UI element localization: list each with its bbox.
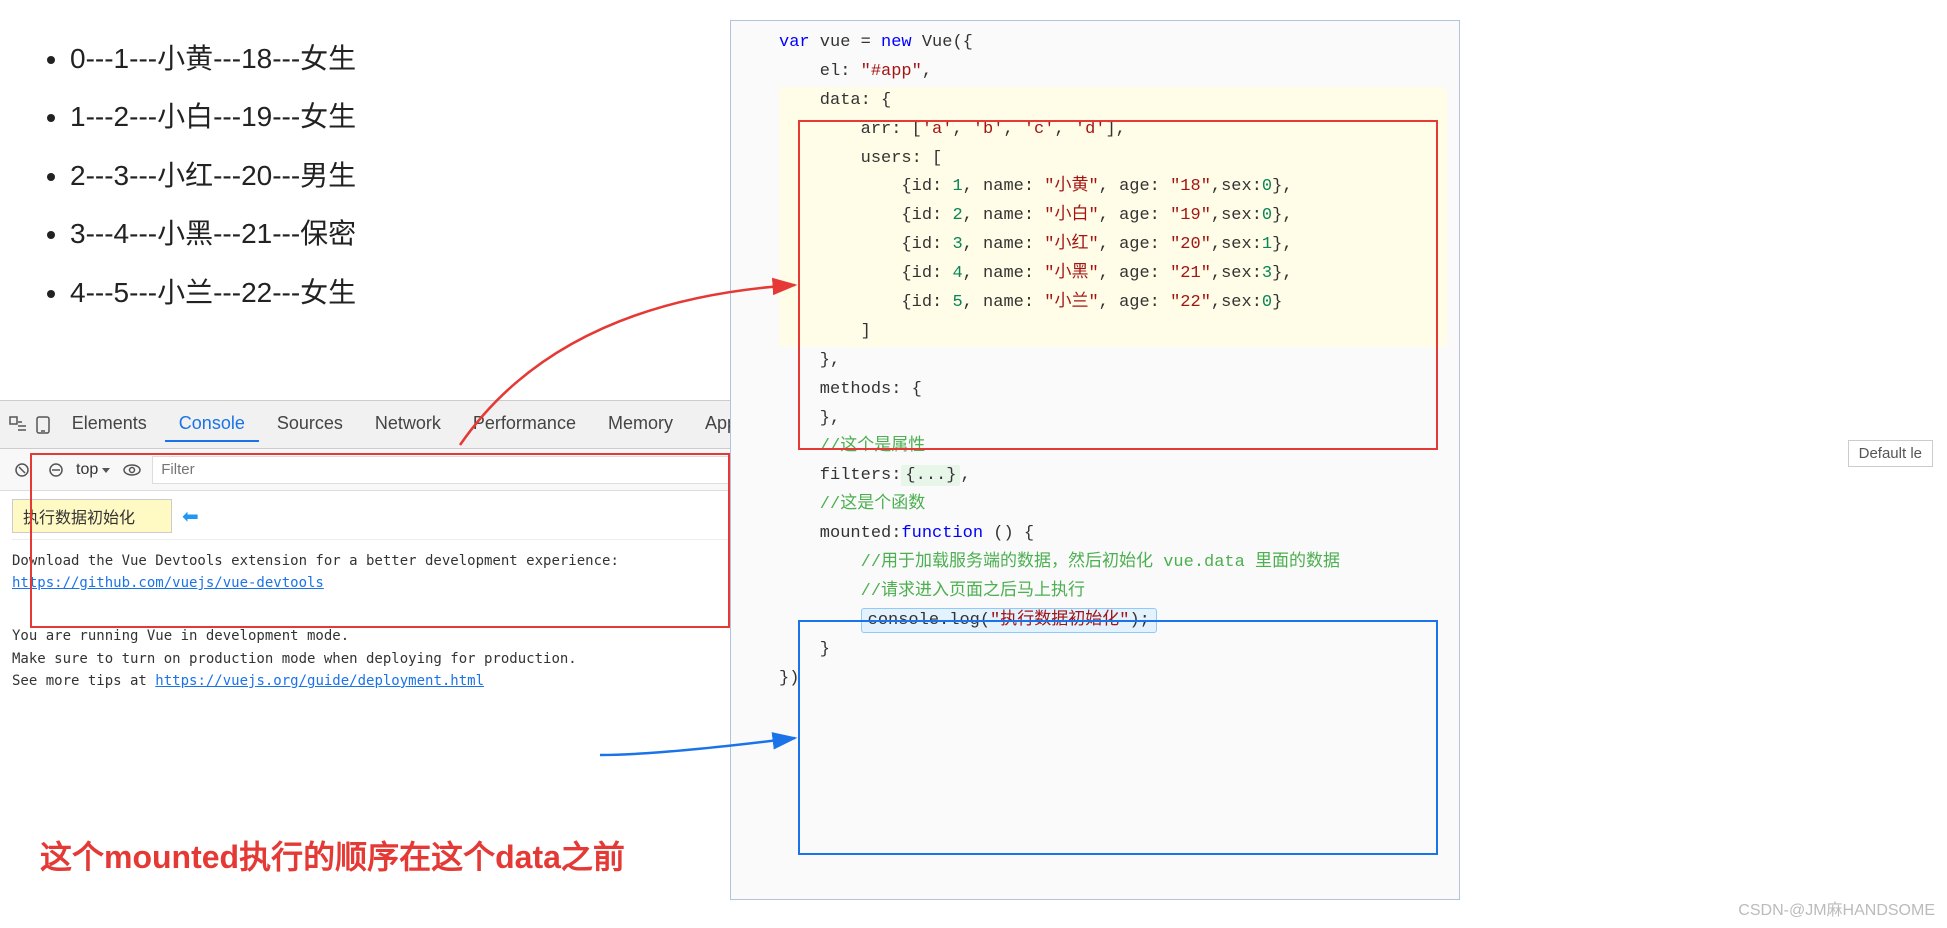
code-line: {id: 1, name: "小黄", age: "18",sex:0}, xyxy=(779,173,1447,202)
console-output-area: 执行数据初始化 ⬅ Download the Vue Devtools exte… xyxy=(0,491,759,704)
watermark-text: CSDN-@JM麻HANDSOME xyxy=(1738,896,1935,920)
code-line: //这个是属性 xyxy=(779,433,1447,462)
devtools-link[interactable]: https://github.com/vuejs/vue-devtools xyxy=(12,575,324,591)
inspect-element-icon[interactable] xyxy=(8,409,29,441)
tab-elements[interactable]: Elements xyxy=(58,407,161,442)
left-content-panel: 0---1---小黄---18---女生 1---2---小白---19---女… xyxy=(40,30,600,322)
clear-console-button[interactable] xyxy=(8,456,36,484)
console-message-2: You are running Vue in development mode.… xyxy=(12,599,747,697)
tab-network[interactable]: Network xyxy=(361,407,455,442)
default-level-badge: Default le xyxy=(1848,440,1933,467)
code-line: //请求进入页面之后马上执行 xyxy=(779,578,1447,607)
code-line: var vue = new Vue({ xyxy=(779,29,1447,58)
devtools-panel: Elements Console Sources Network Perform… xyxy=(0,400,760,704)
block-icon[interactable] xyxy=(42,456,70,484)
deployment-link[interactable]: https://vuejs.org/guide/deployment.html xyxy=(155,673,484,689)
eye-icon[interactable] xyxy=(118,456,146,484)
code-line: el: "#app", xyxy=(779,58,1447,87)
code-line: ] xyxy=(779,318,1447,347)
code-line: console.log("执行数据初始化"); xyxy=(779,607,1447,636)
console-executed-command: 执行数据初始化 xyxy=(12,499,172,533)
console-message-1: Download the Vue Devtools extension for … xyxy=(12,546,747,599)
console-arrow-indicator: ⬅ xyxy=(182,504,199,529)
device-toolbar-icon[interactable] xyxy=(33,409,54,441)
list-item: 0---1---小黄---18---女生 xyxy=(70,30,600,88)
code-line: {id: 2, name: "小白", age: "19",sex:0}, xyxy=(779,202,1447,231)
tab-console[interactable]: Console xyxy=(165,407,259,442)
code-line: //用于加载服务端的数据，然后初始化 vue.data 里面的数据 xyxy=(779,549,1447,578)
code-line: users: [ xyxy=(779,145,1447,174)
list-item: 3---4---小黑---21---保密 xyxy=(70,205,600,263)
code-line: filters:{...}, xyxy=(779,462,1447,491)
code-line: {id: 4, name: "小黑", age: "21",sex:3}, xyxy=(779,260,1447,289)
tab-memory[interactable]: Memory xyxy=(594,407,687,442)
console-filter-input[interactable] xyxy=(152,456,751,484)
code-line: }) xyxy=(779,665,1447,694)
code-line: mounted:function () { xyxy=(779,520,1447,549)
devtools-tab-bar: Elements Console Sources Network Perform… xyxy=(0,401,759,449)
code-line: }, xyxy=(779,405,1447,434)
code-line: {id: 5, name: "小兰", age: "22",sex:0} xyxy=(779,289,1447,318)
code-editor-panel: var vue = new Vue({ el: "#app", data: { … xyxy=(730,20,1460,900)
list-item: 2---3---小红---20---男生 xyxy=(70,147,600,205)
tab-performance[interactable]: Performance xyxy=(459,407,590,442)
code-line: //这是个函数 xyxy=(779,491,1447,520)
code-line: }, xyxy=(779,347,1447,376)
bottom-annotation-text: 这个mounted执行的顺序在这个data之前 xyxy=(40,832,625,878)
code-line: arr: ['a', 'b', 'c', 'd'], xyxy=(779,116,1447,145)
code-line: } xyxy=(779,636,1447,665)
tab-sources[interactable]: Sources xyxy=(263,407,357,442)
data-list: 0---1---小黄---18---女生 1---2---小白---19---女… xyxy=(40,30,600,322)
code-line: data: { xyxy=(779,87,1447,116)
list-item: 4---5---小兰---22---女生 xyxy=(70,264,600,322)
code-line: methods: { xyxy=(779,376,1447,405)
console-input-line: 执行数据初始化 ⬅ xyxy=(12,499,747,540)
console-toolbar: top xyxy=(0,449,759,491)
code-line: {id: 3, name: "小红", age: "20",sex:1}, xyxy=(779,231,1447,260)
list-item: 1---2---小白---19---女生 xyxy=(70,88,600,146)
code-content-area: var vue = new Vue({ el: "#app", data: { … xyxy=(767,21,1459,701)
context-selector[interactable]: top xyxy=(76,461,112,479)
